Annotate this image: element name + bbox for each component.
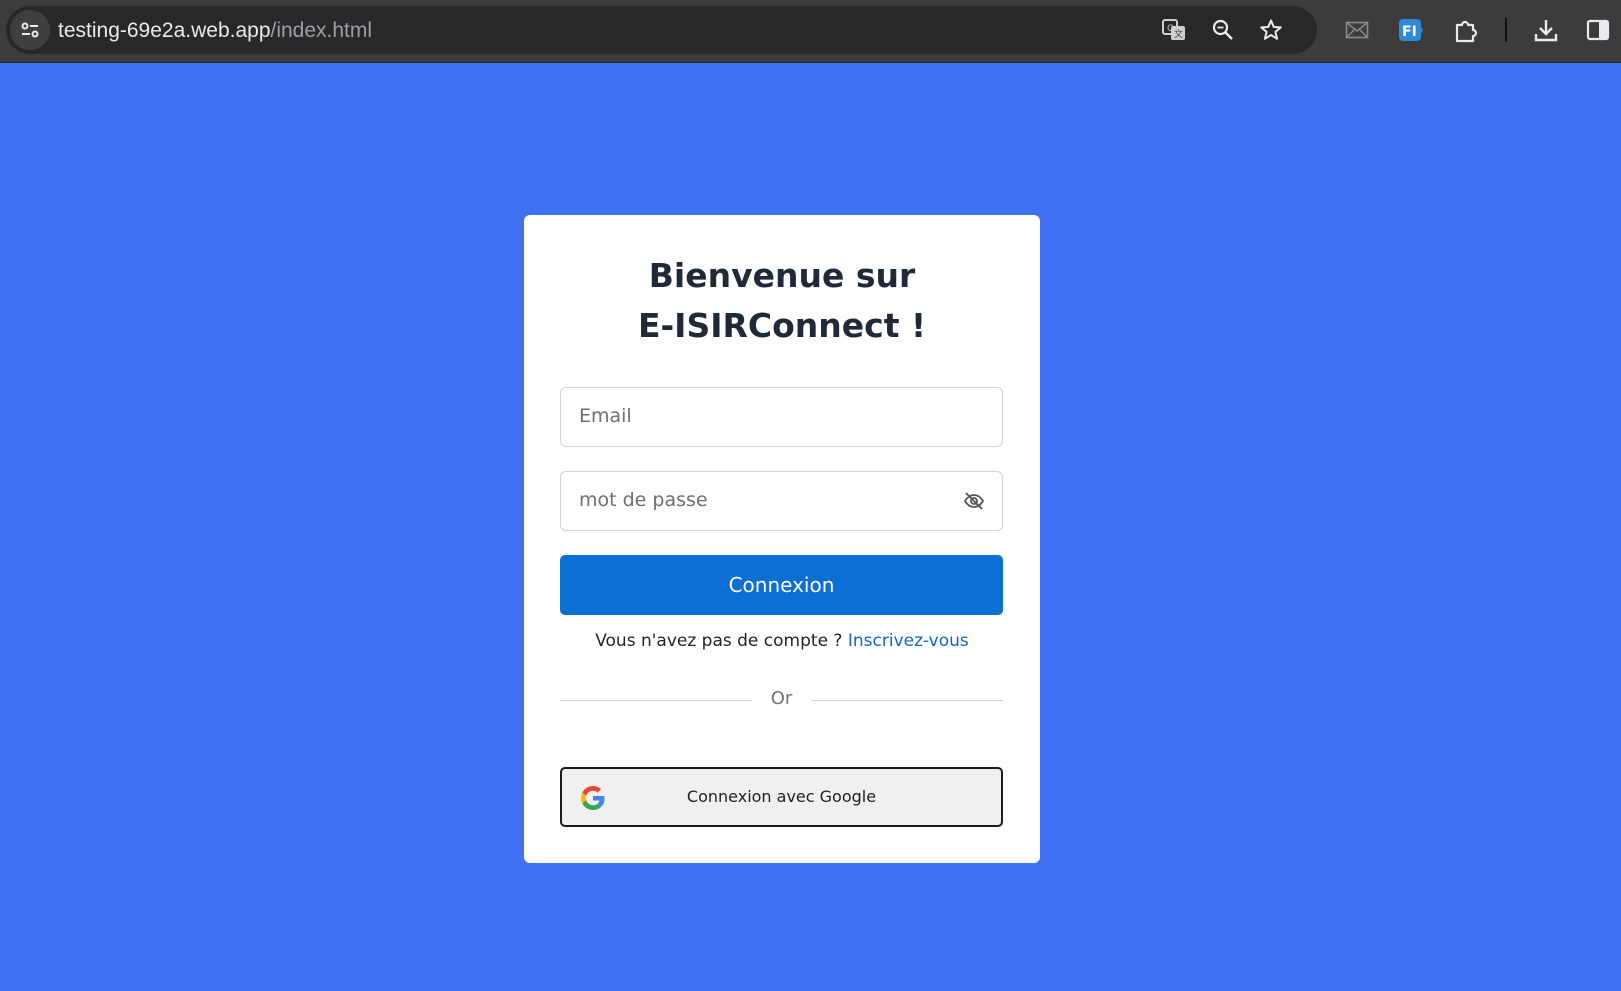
url-path: /index.html [270,19,373,42]
email-field[interactable] [560,387,1003,447]
fi-extension-icon[interactable]: FI [1395,14,1427,46]
signup-prompt: Vous n'avez pas de compte ? Inscrivez-vo… [524,631,1040,651]
login-button[interactable]: Connexion [560,555,1003,615]
address-bar[interactable]: testing-69e2a.web.app/index.html G 文 [6,6,1317,54]
extensions-puzzle-icon[interactable] [1450,14,1482,46]
title-line-2: E-ISIRConnect ! [637,306,927,345]
translate-icon[interactable]: G 文 [1160,16,1188,44]
url-host: testing-69e2a.web.app [58,19,271,42]
mail-icon[interactable] [1341,14,1373,46]
google-button-label: Connexion avec Google [686,787,877,806]
zoom-icon[interactable] [1209,16,1237,44]
browser-toolbar: testing-69e2a.web.app/index.html G 文 FI [0,0,1621,63]
fi-extension-label: FI [1402,24,1417,40]
download-icon[interactable] [1530,14,1562,46]
password-input[interactable] [561,472,959,528]
divider-line-right [811,700,1003,701]
divider-text: Or [770,688,793,709]
side-panel-icon[interactable] [1582,14,1614,46]
password-field[interactable] [560,471,1003,531]
login-card: Bienvenue sur E-ISIRConnect ! Connexion … [524,215,1040,863]
google-login-button[interactable]: Connexion avec Google [560,767,1003,827]
eye-slash-icon[interactable] [962,489,986,513]
svg-text:文: 文 [1174,28,1183,40]
site-info-icon[interactable] [10,10,50,50]
title-line-1: Bienvenue sur [648,256,916,295]
svg-text:G: G [1167,24,1174,34]
signup-link[interactable]: Inscrivez-vous [848,631,969,651]
signup-text: Vous n'avez pas de compte ? [595,631,843,651]
email-input[interactable] [561,388,959,444]
bookmark-star-icon[interactable] [1257,16,1285,44]
or-divider: Or [560,688,1003,712]
toolbar-separator [1505,18,1507,42]
url-text[interactable]: testing-69e2a.web.app/index.html [58,19,372,43]
page-title: Bienvenue sur E-ISIRConnect ! [524,251,1040,351]
